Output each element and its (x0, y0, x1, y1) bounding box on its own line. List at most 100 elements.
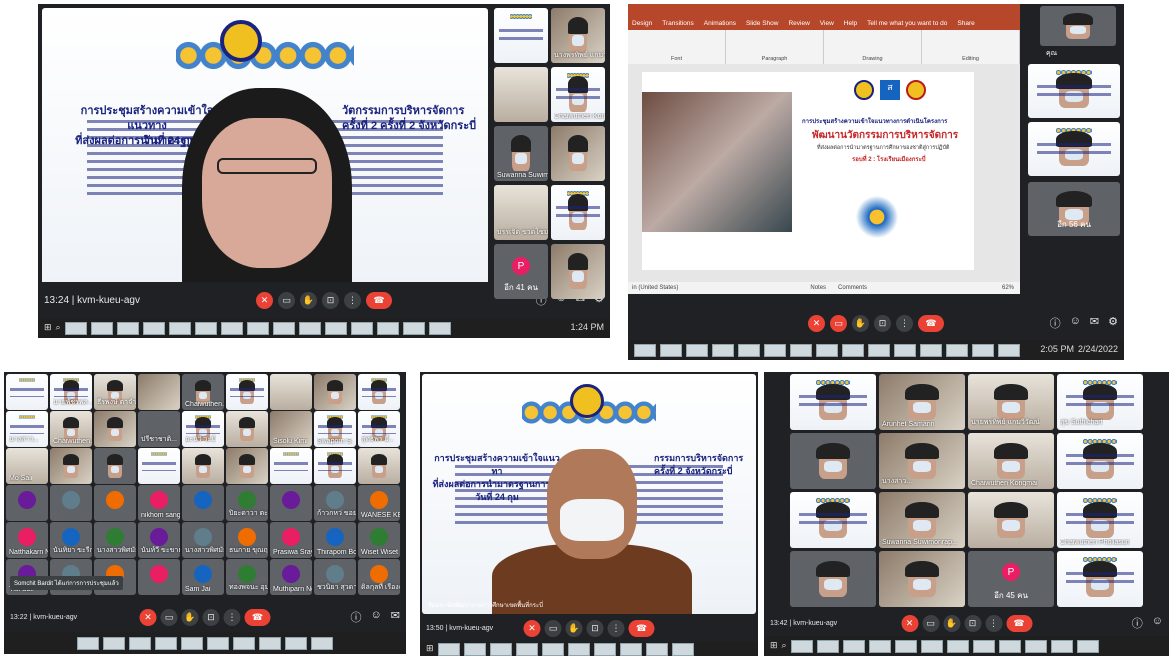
participant-tile[interactable]: Mo Sali (6, 448, 48, 484)
participant-tile[interactable] (314, 448, 356, 484)
taskbar-app[interactable] (376, 321, 399, 335)
taskbar-app[interactable] (712, 343, 734, 357)
taskbar-app[interactable] (998, 343, 1020, 357)
ppt-menu-item[interactable]: Design (632, 18, 652, 30)
taskbar-app[interactable] (437, 642, 460, 656)
participant-tile[interactable]: Sam Jai (182, 559, 224, 595)
participant-tile[interactable] (1040, 6, 1116, 46)
taskbar-app[interactable] (541, 642, 564, 656)
participant-tile[interactable]: ชวนิยา สุวดา (314, 559, 356, 595)
participant-tile[interactable] (182, 448, 224, 484)
participant-tile[interactable] (138, 448, 180, 484)
taskbar-app[interactable] (920, 639, 943, 653)
taskbar-app[interactable] (946, 639, 969, 653)
taskbar-app[interactable] (285, 636, 307, 650)
camera-off-icon[interactable]: ▭ (830, 314, 847, 332)
participant-tile[interactable] (6, 485, 48, 521)
participant-tile[interactable] (314, 374, 356, 410)
info-icon[interactable]: ⓘ (1132, 615, 1143, 631)
present-icon[interactable]: ⊡ (964, 614, 981, 632)
taskbar-app[interactable] (259, 636, 281, 650)
info-icon[interactable]: ⓘ (1050, 315, 1061, 331)
participant-tile[interactable]: WANESE KETRA... (358, 485, 400, 521)
participant-tile[interactable] (358, 374, 400, 410)
participant-tile[interactable]: Thirapom Boonn... (314, 522, 356, 558)
taskbar-app[interactable] (168, 321, 191, 335)
taskbar-app[interactable] (298, 321, 321, 335)
taskbar-app[interactable] (311, 636, 333, 650)
taskbar-app[interactable] (1050, 639, 1073, 653)
participant-tile[interactable]: Sisolu Kimi (270, 411, 312, 447)
participant-tile[interactable]: Wiset Wiset (358, 522, 400, 558)
people-icon[interactable]: ☺ (1070, 315, 1081, 331)
more-options-icon[interactable]: ⋮ (607, 619, 625, 637)
camera-icon[interactable]: ▭ (922, 614, 939, 632)
ppt-menu-item[interactable]: Transitions (662, 18, 694, 30)
participant-tile[interactable]: ธีรพงษ์ ตาจำ (94, 374, 136, 410)
people-icon[interactable]: ☺ (371, 609, 382, 625)
taskbar-app[interactable] (972, 639, 995, 653)
participant-tile[interactable] (1057, 433, 1143, 489)
participant-tile[interactable]: นางพรทิพย์ แกมวิวัฒน์ (551, 8, 605, 63)
taskbar-app[interactable] (272, 321, 295, 335)
participant-tile[interactable] (94, 411, 136, 447)
participant-tile[interactable]: Arunhet Samarin (879, 374, 965, 430)
participant-tile[interactable] (551, 185, 605, 240)
participant-tile[interactable] (551, 244, 605, 299)
participant-tile[interactable]: P อีก 45 คน (968, 551, 1054, 607)
more-options-icon[interactable]: ⋮ (985, 614, 1002, 632)
taskbar-app[interactable] (619, 642, 642, 656)
taskbar-app[interactable] (660, 343, 682, 357)
raise-hand-icon[interactable]: ✋ (300, 291, 317, 309)
search-icon[interactable]: ⌕ (782, 640, 787, 653)
participant-tile[interactable] (790, 492, 876, 548)
comments-button[interactable]: Comments (838, 285, 867, 291)
taskbar-app[interactable] (220, 321, 243, 335)
start-icon[interactable]: ⊞ (426, 643, 434, 656)
raise-hand-icon[interactable]: ✋ (181, 608, 199, 626)
present-icon[interactable]: ⊡ (586, 619, 604, 637)
camera-icon[interactable]: ▭ (160, 608, 178, 626)
taskbar-app[interactable] (842, 343, 864, 357)
participant-tile[interactable]: ก้าวกหว่ ขอยด์ก (314, 485, 356, 521)
taskbar-app[interactable] (764, 343, 786, 357)
taskbar-app[interactable] (790, 343, 812, 357)
taskbar-app[interactable] (194, 321, 217, 335)
taskbar-app[interactable] (181, 636, 203, 650)
info-icon[interactable]: ⓘ (351, 609, 362, 625)
participant-tile[interactable]: Muthiparn Ngam... (270, 559, 312, 595)
taskbar-app[interactable] (671, 642, 694, 656)
taskbar-app[interactable] (645, 642, 668, 656)
camera-icon[interactable]: ▭ (544, 619, 562, 637)
participant-tile[interactable]: P อีก 41 คน (494, 244, 548, 299)
participant-tile[interactable]: นางสาว... (6, 411, 48, 447)
participant-tile[interactable] (270, 374, 312, 410)
more-options-icon[interactable]: ⋮ (896, 314, 913, 332)
taskbar-app[interactable] (463, 642, 486, 656)
participant-tile[interactable] (226, 448, 268, 484)
participant-tile[interactable] (1028, 122, 1120, 176)
taskbar-app[interactable] (790, 639, 813, 653)
taskbar-app[interactable] (868, 343, 890, 357)
people-icon[interactable]: ☺ (1152, 615, 1163, 631)
end-call-icon[interactable]: ☎ (628, 619, 655, 637)
chat-icon[interactable]: ✉ (391, 609, 400, 625)
participant-tile[interactable]: Swaporn S. (314, 411, 356, 447)
mic-off-icon[interactable]: ✕ (139, 608, 157, 626)
participant-tile[interactable]: ธนกาย ขุณฤม (226, 522, 268, 558)
participant-tile[interactable] (494, 67, 548, 122)
taskbar-app[interactable] (402, 321, 425, 335)
participant-tile[interactable] (138, 374, 180, 410)
zoom-level[interactable]: 62% (1002, 285, 1014, 291)
participant-tile[interactable]: นายพัชรพล ... (50, 374, 92, 410)
end-call-icon[interactable]: ☎ (918, 314, 944, 332)
participant-tile[interactable] (790, 433, 876, 489)
taskbar-app[interactable] (90, 321, 113, 335)
participant-tile[interactable]: อะนวิ วะมิ (182, 411, 224, 447)
taskbar-app[interactable] (920, 343, 942, 357)
chat-icon[interactable]: ✉ (1090, 315, 1099, 331)
taskbar-app[interactable] (738, 343, 760, 357)
participant-tile[interactable]: Chaiwuthen... (182, 374, 224, 410)
taskbar-app[interactable] (816, 639, 839, 653)
participant-tile[interactable] (138, 559, 180, 595)
